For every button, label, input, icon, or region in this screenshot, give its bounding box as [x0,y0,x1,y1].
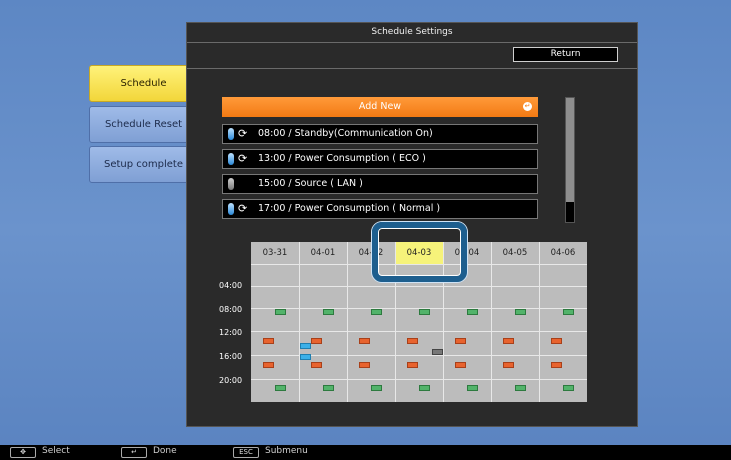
event-power-marker [407,338,418,344]
time-label: 16:00 [219,352,243,361]
calendar-date-header[interactable]: 04-01 [299,242,347,264]
event-standby-marker [467,309,478,315]
grid-line [251,286,587,287]
enter-icon: ↵ [523,102,532,111]
event-power-marker [551,362,562,368]
event-lan-marker [300,354,311,360]
event-standby-marker [419,385,430,391]
menu-schedule-label: Schedule [120,78,167,89]
enabled-indicator-icon [228,203,234,215]
esc-key-icon: ESC [233,447,259,458]
selected-date-highlight [372,222,467,282]
grid-line [539,242,540,402]
event-standby-marker [371,385,382,391]
menu-schedule-reset-label: Schedule Reset [104,119,183,130]
enabled-indicator-icon [228,128,234,140]
menu-setup-complete[interactable]: Setup complete [89,146,198,183]
schedule-entry-text: 08:00 / Standby(Communication On) [258,128,433,139]
enabled-indicator-icon [228,153,234,165]
panel-divider [187,68,637,69]
menu-schedule[interactable]: Schedule [89,65,198,102]
panel-title: Schedule Settings [187,23,637,43]
grid-line [251,379,587,380]
event-power-marker [311,338,322,344]
footer-submenu-label: Submenu [265,446,308,456]
schedule-entry[interactable]: ⟳ 13:00 / Power Consumption ( ECO ) [222,149,538,169]
event-power-marker [359,362,370,368]
time-label: 20:00 [219,376,243,385]
return-button[interactable]: Return [513,47,618,62]
event-power-marker [455,338,466,344]
event-power-marker [263,362,274,368]
event-standby-marker [323,309,334,315]
repeat-icon: ⟳ [238,202,248,215]
schedule-entry[interactable]: 15:00 / Source ( LAN ) [222,174,538,194]
event-power-marker [455,362,466,368]
repeat-icon: ⟳ [238,152,248,165]
disabled-indicator-icon [228,178,234,190]
event-power-marker [407,362,418,368]
time-label: 08:00 [219,305,243,314]
grid-line [299,242,300,402]
calendar-date-header[interactable]: 04-05 [491,242,539,264]
time-label: 12:00 [219,328,243,337]
select-key-icon: ✥ [10,447,36,458]
event-standby-marker [515,385,526,391]
grid-line [347,242,348,402]
event-power-marker [503,338,514,344]
add-new-button[interactable]: Add New ↵ [222,97,538,117]
scrollbar-thumb[interactable] [566,98,574,202]
event-power-marker [503,362,514,368]
event-standby-marker [275,309,286,315]
time-label: 04:00 [219,281,243,290]
footer-bar: ✥ Select ↵ Done ESC Submenu [0,445,731,460]
event-standby-marker [467,385,478,391]
footer-done-label: Done [153,446,177,456]
schedule-entry-text: 13:00 / Power Consumption ( ECO ) [258,153,426,164]
schedule-entry[interactable]: ⟳ 08:00 / Standby(Communication On) [222,124,538,144]
event-power-marker [311,362,322,368]
schedule-scrollbar[interactable] [565,97,575,223]
event-power-marker [551,338,562,344]
menu-setup-complete-label: Setup complete [104,159,183,170]
event-standby-marker [515,309,526,315]
schedule-entry[interactable]: ⟳ 17:00 / Power Consumption ( Normal ) [222,199,538,219]
add-new-label: Add New [358,101,402,112]
event-standby-marker [371,309,382,315]
done-key-icon: ↵ [121,447,147,458]
footer-select-label: Select [42,446,70,456]
calendar-date-header[interactable]: 03-31 [251,242,299,264]
grid-line [251,331,587,332]
calendar-date-header[interactable]: 04-06 [539,242,587,264]
event-standby-marker [419,309,430,315]
event-standby-marker [563,385,574,391]
event-standby-marker [323,385,334,391]
grid-line [491,242,492,402]
event-standby-marker [563,309,574,315]
event-standby-marker [275,385,286,391]
schedule-entry-text: 15:00 / Source ( LAN ) [258,178,363,189]
schedule-entry-text: 17:00 / Power Consumption ( Normal ) [258,203,441,214]
event-power-marker [359,338,370,344]
menu-schedule-reset[interactable]: Schedule Reset [89,106,198,143]
event-lan-marker [300,343,311,349]
repeat-icon: ⟳ [238,127,248,140]
event-disabled-marker [432,349,443,355]
event-power-marker [263,338,274,344]
